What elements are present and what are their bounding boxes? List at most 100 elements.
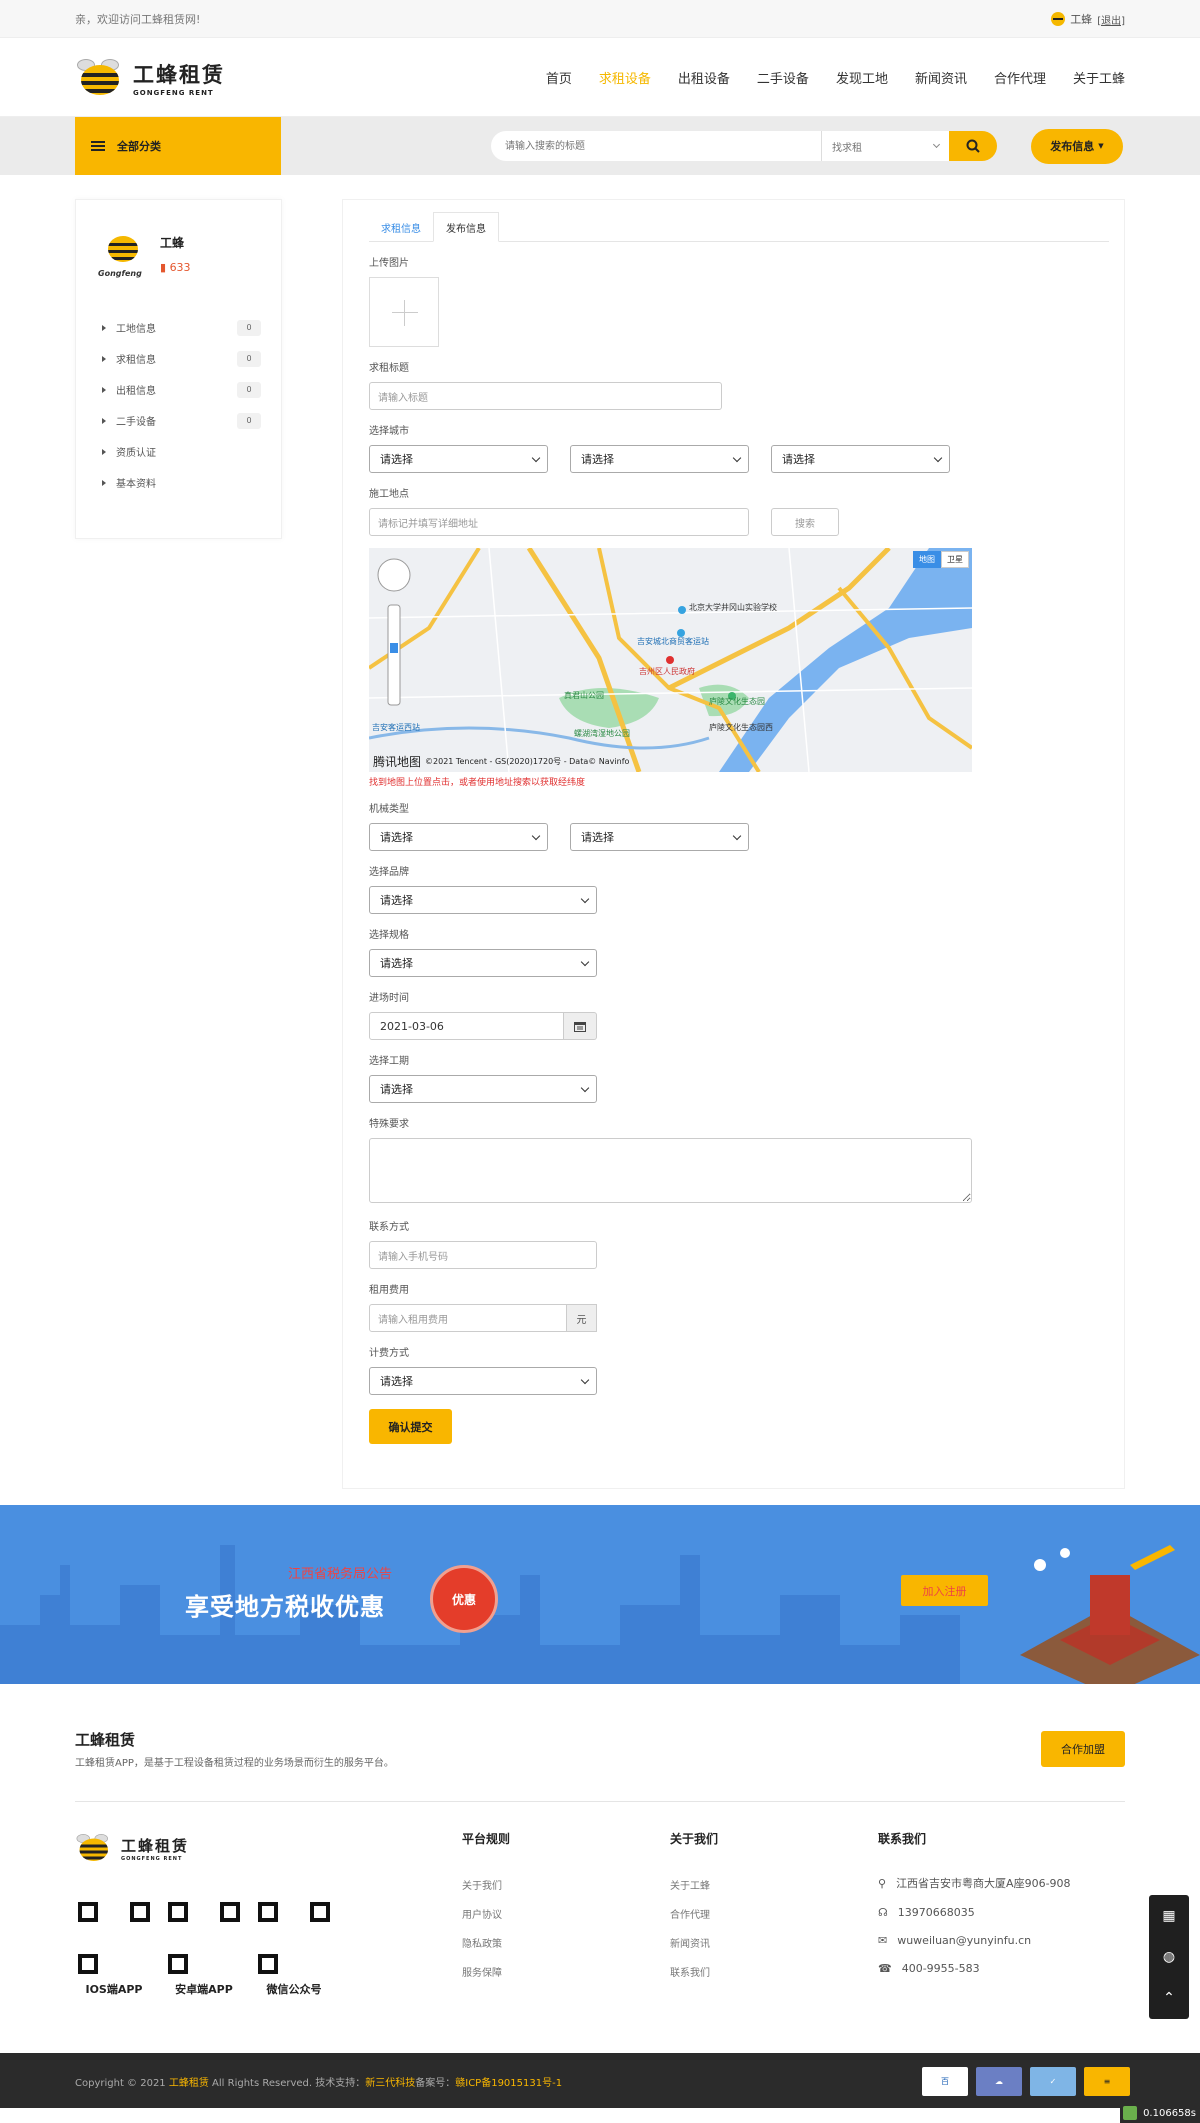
- caret-right-icon: [102, 355, 106, 362]
- machine-type-select[interactable]: 请选择: [570, 823, 749, 851]
- cert-badge-icon[interactable]: ✓: [1030, 2067, 1076, 2096]
- map-mode-satellite[interactable]: 卫星: [941, 551, 969, 568]
- fee-input[interactable]: 请输入租用费用: [369, 1304, 567, 1332]
- select-value: 请选择: [380, 894, 413, 907]
- image-upload[interactable]: [369, 277, 439, 347]
- nav-rent-request[interactable]: 求租设备: [599, 68, 651, 87]
- contact-label: 联系方式: [369, 1222, 409, 1233]
- spec-select[interactable]: 请选择: [369, 949, 597, 977]
- username[interactable]: 工蜂: [1070, 11, 1092, 27]
- gongfeng-badge-icon[interactable]: ≡: [1084, 2067, 1130, 2096]
- footer-link[interactable]: 关于工蜂: [670, 1877, 718, 1892]
- map-view[interactable]: 北京大学井冈山实验学校 吉安城北商贸客运站 吉州区人民政府 真君山公园 庐陵文化…: [369, 548, 972, 772]
- copyright-brand[interactable]: 工蜂租赁: [169, 2078, 209, 2089]
- nav-news[interactable]: 新闻资讯: [915, 68, 967, 87]
- phone-input[interactable]: 请输入手机号码: [369, 1241, 597, 1269]
- logout-link[interactable]: [退出]: [1097, 12, 1125, 27]
- footer-col-rules: 平台规则 关于我们 用户协议 隐私政策 服务保障: [462, 1830, 510, 1993]
- map-label: 真君山公园: [564, 690, 604, 700]
- footer-link[interactable]: 用户协议: [462, 1906, 510, 1921]
- envelope-icon: ✉: [878, 1934, 888, 1947]
- date-input[interactable]: 2021-03-06: [369, 1012, 564, 1040]
- footer-title: 工蜂租赁: [75, 1731, 136, 1749]
- footer-logo: 工蜂租赁 GONGFENG RENT: [75, 1834, 189, 1862]
- map-canvas[interactable]: 北京大学井冈山实验学校 吉安城北商贸客运站 吉州区人民政府 真君山公园 庐陵文化…: [369, 548, 972, 772]
- map-mode-map[interactable]: 地图: [913, 551, 941, 568]
- nav-sites[interactable]: 发现工地: [836, 68, 888, 87]
- search-button[interactable]: [949, 131, 997, 161]
- chevron-down-icon: [580, 1375, 590, 1384]
- nav-agency[interactable]: 合作代理: [994, 68, 1046, 87]
- chevron-down-icon: [580, 894, 590, 903]
- banner-subtitle: 江西省税务局公告: [288, 1567, 393, 1582]
- caret-down-icon: ▼: [1098, 142, 1104, 150]
- billing-select[interactable]: 请选择: [369, 1367, 597, 1395]
- footer-link[interactable]: 关于我们: [462, 1877, 510, 1892]
- bee-logo-icon: [75, 1834, 108, 1861]
- publish-button[interactable]: 发布信息 ▼: [1031, 128, 1123, 164]
- cloud-pay-badge-icon[interactable]: ☁: [976, 2067, 1022, 2096]
- sidebar-item-profile[interactable]: 基本资料: [96, 467, 261, 498]
- footer-link[interactable]: 联系我们: [670, 1964, 718, 1979]
- contact-email: wuweiluan@yunyinfu.cn: [897, 1934, 1032, 1947]
- machine-category-select[interactable]: 请选择: [369, 823, 548, 851]
- join-register-button[interactable]: 加入注册: [901, 1575, 988, 1606]
- brand-select[interactable]: 请选择: [369, 886, 597, 914]
- address-input[interactable]: 请标记并填写详细地址: [369, 508, 749, 536]
- footer-contact: 联系我们 ⚲ 江西省吉安市粤商大厦A座906-908 ☊ 13970668035 ✉…: [878, 1830, 1071, 1990]
- select-value: 请选择: [380, 957, 413, 970]
- sidebar-item-used[interactable]: 二手设备 0: [96, 405, 261, 436]
- footer-logo-cn: 工蜂租赁: [121, 1836, 190, 1855]
- count-badge: 0: [237, 381, 261, 398]
- address-search-button[interactable]: 搜索: [771, 508, 839, 536]
- nav-about[interactable]: 关于工蜂: [1073, 68, 1125, 87]
- footer-link[interactable]: 新闻资讯: [670, 1935, 718, 1950]
- nav-home[interactable]: 首页: [546, 68, 572, 87]
- special-requirements-textarea[interactable]: [369, 1138, 972, 1203]
- tab-bar: 求租信息 发布信息: [369, 212, 1109, 242]
- qr-code-icon[interactable]: ▦: [1162, 1908, 1175, 1924]
- submit-button[interactable]: 确认提交: [369, 1409, 452, 1444]
- footer-link[interactable]: 隐私政策: [462, 1935, 510, 1950]
- nav-used[interactable]: 二手设备: [757, 68, 809, 87]
- district-select[interactable]: 请选择: [771, 445, 950, 473]
- publish-label: 发布信息: [1050, 140, 1095, 153]
- back-to-top-icon[interactable]: ⌃: [1163, 1990, 1175, 2006]
- tab-publish[interactable]: 发布信息: [433, 212, 499, 242]
- search-input[interactable]: [491, 131, 821, 161]
- calendar-button[interactable]: [564, 1012, 597, 1040]
- tab-rent-info[interactable]: 求租信息: [369, 212, 433, 242]
- search-type-select[interactable]: 找求租: [821, 131, 949, 161]
- welcome-text: 亲，欢迎访问工蜂租赁网!: [75, 13, 201, 26]
- wechat-icon[interactable]: ◍: [1163, 1949, 1175, 1965]
- nav-rent-out[interactable]: 出租设备: [678, 68, 730, 87]
- cooperation-button[interactable]: 合作加盟: [1041, 1731, 1125, 1767]
- period-select[interactable]: 请选择: [369, 1075, 597, 1103]
- map-label: 吉安客运西站: [372, 722, 420, 732]
- all-categories-button[interactable]: 全部分类: [75, 117, 281, 175]
- site-logo[interactable]: 工蜂租赁 GONGFENG RENT: [75, 58, 225, 97]
- sidebar-item-rent-request[interactable]: 求租信息 0: [96, 343, 261, 374]
- chevron-down-icon: [580, 1083, 590, 1092]
- select-value: 请选择: [380, 453, 413, 466]
- province-select[interactable]: 请选择: [369, 445, 548, 473]
- baidu-badge-icon[interactable]: 百: [922, 2067, 968, 2096]
- brand-label: 选择品牌: [369, 867, 409, 878]
- sidebar-item-certification[interactable]: 资质认证: [96, 436, 261, 467]
- footer-link[interactable]: 服务保障: [462, 1964, 510, 1979]
- qr-android: 安卓端APP: [165, 1899, 243, 1997]
- caret-right-icon: [102, 386, 106, 393]
- tech-support-link[interactable]: 新三代科技: [365, 2078, 415, 2089]
- footer-link[interactable]: 合作代理: [670, 1906, 718, 1921]
- city-select[interactable]: 请选择: [570, 445, 749, 473]
- timer-text: 0.106658s: [1143, 2107, 1196, 2119]
- sidebar-item-sites[interactable]: 工地信息 0: [96, 312, 261, 343]
- search-icon: [966, 139, 980, 153]
- city-label: 选择城市: [369, 426, 409, 437]
- icp-link[interactable]: 赣ICP备19015131号-1: [455, 2078, 562, 2089]
- title-input[interactable]: 请输入标题: [369, 382, 722, 410]
- sidebar-item-rent-out[interactable]: 出租信息 0: [96, 374, 261, 405]
- chevron-down-icon: [531, 453, 541, 462]
- map-copyright: ©2021 Tencent - GS(2020)1720号 - Data© Na…: [425, 757, 630, 766]
- chevron-down-icon: [732, 453, 742, 462]
